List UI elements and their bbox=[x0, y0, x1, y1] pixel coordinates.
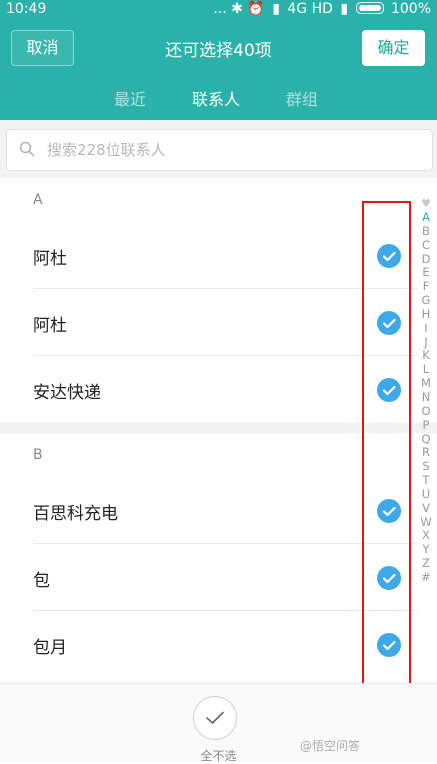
signal-icon: ▮ bbox=[272, 1, 280, 17]
search-icon bbox=[19, 141, 35, 157]
index-letter[interactable]: E bbox=[419, 266, 433, 280]
index-letter[interactable]: O bbox=[419, 404, 433, 419]
index-letter[interactable]: X bbox=[419, 529, 433, 543]
alphabet-index[interactable]: ♥ A B C D E F G H I J K L M N O P Q R S T U V W X Y Z # bbox=[419, 197, 433, 585]
tab-bar: 最近 联系人 群组 bbox=[0, 84, 437, 114]
index-letter[interactable]: N bbox=[419, 390, 433, 405]
contact-row[interactable]: 包月 bbox=[0, 611, 418, 678]
contact-name: 包月 bbox=[33, 638, 67, 658]
index-letter[interactable]: P bbox=[419, 418, 433, 433]
index-letter[interactable]: A bbox=[419, 210, 433, 225]
header: 取消 还可选择40项 确定 最近 联系人 群组 bbox=[0, 22, 437, 120]
highlight-box bbox=[362, 201, 411, 685]
contact-row[interactable]: 百思科充电 bbox=[0, 477, 418, 544]
contact-name: 阿杜 bbox=[33, 249, 67, 269]
tab-recent[interactable]: 最近 bbox=[114, 86, 146, 110]
index-letter[interactable]: H bbox=[419, 307, 433, 322]
search-input[interactable] bbox=[47, 130, 417, 170]
network-label: 4G HD bbox=[287, 1, 333, 17]
status-indicators: ... ✱ ⏰ ▮ 4G HD ▮ 100% bbox=[210, 1, 431, 17]
section-letter: B bbox=[33, 447, 43, 463]
contact-row[interactable]: 安达快递 bbox=[0, 356, 418, 423]
battery-level: 100% bbox=[390, 1, 431, 17]
index-letter[interactable]: Z bbox=[419, 556, 433, 571]
index-letter[interactable]: L bbox=[419, 362, 433, 377]
index-letter[interactable]: F bbox=[419, 279, 433, 294]
search-area bbox=[0, 120, 437, 178]
index-letter[interactable]: V bbox=[419, 501, 433, 516]
index-letter[interactable]: G bbox=[419, 293, 433, 308]
section-letter: A bbox=[33, 192, 43, 208]
index-letter[interactable]: Q bbox=[419, 432, 433, 447]
status-time: 10:49 bbox=[6, 1, 47, 17]
status-icons: ... ✱ ⏰ bbox=[213, 1, 265, 17]
index-letter[interactable]: J bbox=[419, 335, 433, 350]
contact-row[interactable]: 包 bbox=[0, 544, 418, 611]
watermark: @悟空问答 bbox=[300, 739, 361, 753]
contact-name: 百思科充电 bbox=[33, 504, 118, 524]
tab-contacts[interactable]: 联系人 bbox=[192, 86, 240, 110]
check-icon bbox=[206, 711, 224, 724]
index-letter[interactable]: I bbox=[419, 321, 433, 336]
index-letter[interactable]: U bbox=[419, 487, 433, 502]
index-letter[interactable]: M bbox=[419, 376, 433, 391]
index-letter[interactable]: R bbox=[419, 445, 433, 460]
battery-icon bbox=[355, 2, 384, 14]
deselect-all-button[interactable] bbox=[193, 696, 237, 740]
confirm-button[interactable]: 确定 bbox=[362, 30, 425, 66]
contact-name: 安达快递 bbox=[33, 383, 101, 403]
contact-row[interactable]: 阿杜 bbox=[0, 222, 418, 289]
index-letter[interactable]: T bbox=[419, 473, 433, 488]
index-letter[interactable]: B bbox=[419, 224, 433, 239]
tab-groups[interactable]: 群组 bbox=[286, 86, 318, 110]
search-box[interactable] bbox=[6, 129, 433, 171]
signal-icon-2: ▮ bbox=[340, 1, 349, 17]
index-letter[interactable]: # bbox=[419, 570, 433, 585]
index-letter[interactable]: Y bbox=[419, 542, 433, 557]
status-bar: 10:49 ... ✱ ⏰ ▮ 4G HD ▮ 100% bbox=[0, 0, 437, 22]
deselect-all-label: 全不选 bbox=[200, 749, 237, 763]
bottom-bar: 全不选 bbox=[0, 683, 437, 763]
contact-row[interactable]: 阿杜 bbox=[0, 289, 418, 356]
contact-name: 阿杜 bbox=[33, 316, 67, 336]
index-letter[interactable]: K bbox=[419, 349, 433, 363]
index-letter[interactable]: S bbox=[419, 459, 433, 474]
index-letter[interactable]: C bbox=[419, 238, 433, 253]
index-letter[interactable]: W bbox=[419, 515, 433, 530]
index-letter[interactable]: D bbox=[419, 252, 433, 267]
contact-name: 包 bbox=[33, 571, 50, 591]
heart-icon[interactable]: ♥ bbox=[419, 197, 433, 211]
